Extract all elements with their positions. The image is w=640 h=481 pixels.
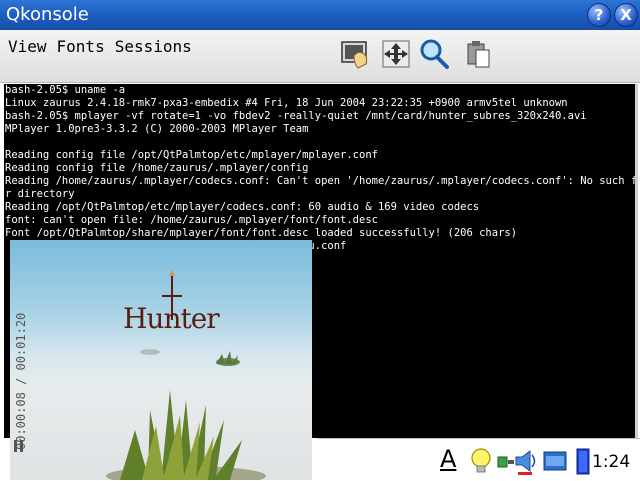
volume-icon[interactable] [513,447,539,475]
menu-item-fonts[interactable]: Fonts [57,37,105,56]
terminal-line: MPlayer 1.0pre3-3.3.2 (C) 2000-2003 MPla… [5,123,309,135]
video-player[interactable]: Hunter 00:00:08 / 00:01:20 [10,240,312,480]
terminal-line: Reading config file /home/zaurus/.mplaye… [5,162,309,174]
taskbar: A 1:24 [318,438,640,481]
timecode-text: 00:00:08 / 00:01:20 [14,312,28,450]
input-method-icon[interactable]: A [440,445,466,473]
window-title: Qkonsole [6,4,89,25]
move-icon[interactable] [380,38,412,70]
menu-bar: View Fonts Sessions [8,37,202,56]
close-button[interactable]: X [614,3,638,27]
terminal-line: Linux zaurus 2.4.18-rmk7-pxa3-embedix #4… [5,97,568,109]
terminal-text: bash-2.05$ uname -a Linux zaurus 2.4.18-r… [4,84,635,253]
screen-icon[interactable] [340,38,372,70]
playback-timecode: 00:00:08 / 00:01:20 [12,310,32,460]
terminal-line: bash-2.05$ uname -a [5,84,126,96]
terminal-scrollbar[interactable] [635,84,638,438]
terminal-line: Font /opt/QtPalmtop/share/mplayer/font/f… [5,227,518,239]
terminal-line: bash-2.05$ mplayer -vf rotate=1 -vo fbde… [5,110,587,122]
terminal-line: Reading config file /opt/QtPalmtop/etc/m… [5,149,378,161]
terminal-line: font: can't open file: /home/zaurus/.mpl… [5,214,378,226]
sd-card-icon[interactable] [542,447,568,475]
terminal-line: Reading /home/zaurus/.mplayer/codecs.con… [5,175,635,187]
help-button[interactable]: ? [587,3,611,27]
menu-item-sessions[interactable]: Sessions [115,37,192,56]
magnifier-icon[interactable] [418,38,450,70]
terminal-line: Reading /opt/QtPalmtop/etc/mplayer/codec… [5,201,480,213]
video-frame [106,270,266,480]
clock[interactable]: 1:24 [592,452,630,472]
lightbulb-icon[interactable] [468,447,494,475]
video-logo-text: Hunter [123,302,220,335]
toolbar: View Fonts Sessions [0,30,640,83]
title-bar: Qkonsole ? X [0,0,640,30]
pause-icon [14,440,24,452]
clipboard-icon[interactable] [462,38,494,70]
menu-item-view[interactable]: View [8,37,47,56]
terminal-line: r directory [5,188,75,200]
